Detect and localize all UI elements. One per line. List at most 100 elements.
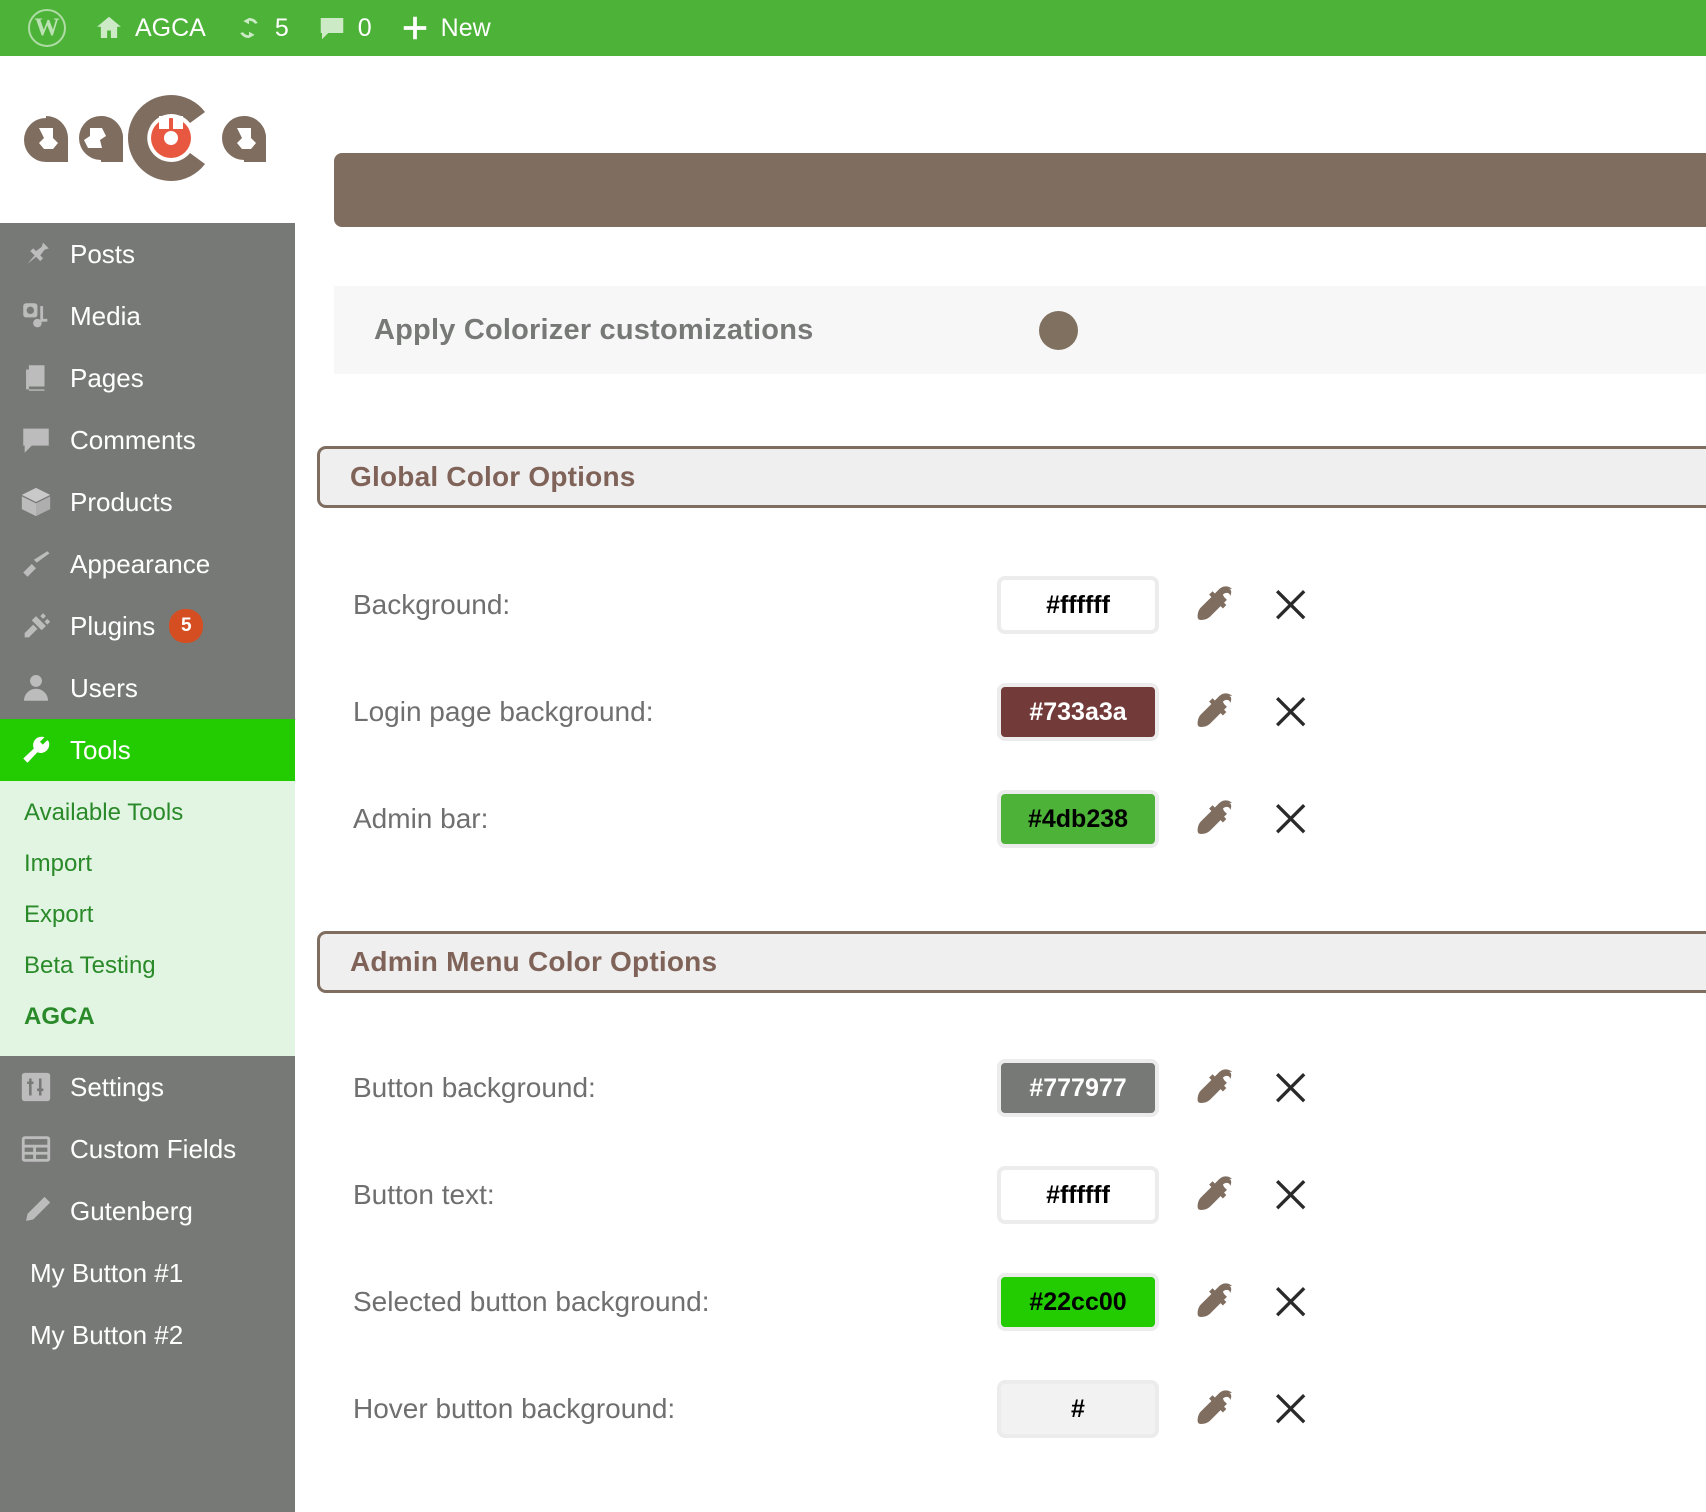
color-value-input[interactable]: #777977 (997, 1059, 1159, 1117)
color-value-input[interactable]: #733a3a (997, 683, 1159, 741)
sidebar-item-label: Appearance (70, 549, 210, 580)
sidebar-item-label: Gutenberg (70, 1196, 193, 1227)
close-x-icon[interactable] (1271, 1282, 1311, 1322)
settings-icon (16, 1067, 56, 1107)
comment-bubble-icon (317, 13, 347, 43)
tools-submenu: Available Tools Import Export Beta Testing A… (0, 781, 295, 1056)
sidebar-item-custom-fields[interactable]: Custom Fields (0, 1118, 295, 1180)
color-row-label: Button text: (353, 1179, 495, 1211)
color-row-button-text: Button text: #ffffff (295, 1163, 1706, 1227)
submenu-item-agca[interactable]: AGCA (0, 991, 295, 1042)
adminbar-site-name[interactable]: AGCA (80, 0, 220, 56)
sidebar-item-label: Posts (70, 239, 135, 270)
sidebar-item-label: Pages (70, 363, 144, 394)
sidebar-menu: Posts Media Pages Comments Products Appearanc… (0, 223, 295, 1366)
apply-colorizer-toggle[interactable] (1039, 311, 1078, 350)
sidebar-item-plugins[interactable]: Plugins 5 (0, 595, 295, 657)
adminbar-new[interactable]: New (386, 0, 505, 56)
color-row-label: Login page background: (353, 696, 653, 728)
sidebar-item-products[interactable]: Products (0, 471, 295, 533)
color-value-input[interactable]: #4db238 (997, 790, 1159, 848)
color-value-input[interactable]: #ffffff (997, 1166, 1159, 1224)
adminbar-wp-logo[interactable]: W (14, 0, 80, 56)
eyedropper-icon[interactable] (1193, 689, 1239, 735)
sidebar-item-label: Tools (70, 735, 131, 766)
agca-logo (0, 56, 295, 223)
adminbar-comments-count: 0 (358, 14, 372, 43)
submenu-item-label: AGCA (24, 1003, 95, 1031)
color-value-input[interactable]: #ffffff (997, 576, 1159, 634)
plus-icon (400, 13, 430, 43)
color-row-hover-button-background: Hover button background:# (295, 1377, 1706, 1441)
sidebar-item-label: My Button #1 (30, 1258, 183, 1289)
section-global-color-options-header: Global Color Options (317, 446, 1706, 508)
sidebar-item-label: Comments (70, 425, 196, 456)
close-x-icon[interactable] (1271, 692, 1311, 732)
update-icon (234, 13, 264, 43)
sidebar-item-tools[interactable]: Tools (0, 719, 295, 781)
close-x-icon[interactable] (1271, 799, 1311, 839)
home-icon (94, 13, 124, 43)
sidebar-item-label: Products (70, 487, 173, 518)
sidebar-item-my-button-2[interactable]: My Button #2 (0, 1304, 295, 1366)
pages-icon (16, 358, 56, 398)
sidebar-item-comments[interactable]: Comments (0, 409, 295, 471)
submenu-item-beta-testing[interactable]: Beta Testing (0, 940, 295, 991)
section-title: Admin Menu Color Options (350, 946, 717, 978)
media-icon (16, 296, 56, 336)
sidebar-item-label: Media (70, 301, 141, 332)
sidebar-item-posts[interactable]: Posts (0, 223, 295, 285)
color-value-input[interactable]: # (997, 1380, 1159, 1438)
pin-icon (16, 234, 56, 274)
sidebar-item-pages[interactable]: Pages (0, 347, 295, 409)
eyedropper-icon[interactable] (1193, 1172, 1239, 1218)
box-icon (16, 482, 56, 522)
submenu-item-import[interactable]: Import (0, 838, 295, 889)
eyedropper-icon[interactable] (1193, 796, 1239, 842)
adminbar-updates-count: 5 (275, 14, 289, 43)
close-x-icon[interactable] (1271, 1389, 1311, 1429)
section-admin-menu-color-options-header: Admin Menu Color Options (317, 931, 1706, 993)
eyedropper-icon[interactable] (1193, 582, 1239, 628)
apply-colorizer-label: Apply Colorizer customizations (374, 314, 813, 347)
color-row-background: Background: #ffffff (295, 573, 1706, 637)
color-row-selected-button-background: Selected button background: #22cc00 (295, 1270, 1706, 1334)
close-x-icon[interactable] (1271, 1068, 1311, 1108)
eyedropper-icon[interactable] (1193, 1386, 1239, 1432)
apply-colorizer-row: Apply Colorizer customizations (334, 286, 1706, 374)
adminbar-comments[interactable]: 0 (303, 0, 386, 56)
sidebar-item-users[interactable]: Users (0, 657, 295, 719)
pencil-icon (16, 1191, 56, 1231)
color-row-label: Selected button background: (353, 1286, 709, 1318)
submenu-item-available-tools[interactable]: Available Tools (0, 787, 295, 838)
sidebar-item-media[interactable]: Media (0, 285, 295, 347)
color-row-login-page-background: Login page background: #733a3a (295, 680, 1706, 744)
header-banner (334, 153, 1706, 227)
plugins-update-badge: 5 (169, 609, 203, 643)
color-row-label: Background: (353, 589, 510, 621)
main-content: Apply Colorizer customizations Global Co… (295, 56, 1706, 1512)
admin-bar: W AGCA 5 0 New (0, 0, 1706, 56)
sidebar-item-gutenberg[interactable]: Gutenberg (0, 1180, 295, 1242)
submenu-item-export[interactable]: Export (0, 889, 295, 940)
sidebar-item-settings[interactable]: Settings (0, 1056, 295, 1118)
sidebar-item-label: Users (70, 673, 138, 704)
eyedropper-icon[interactable] (1193, 1065, 1239, 1111)
brush-icon (16, 544, 56, 584)
color-row-button-background: Button background:#777977 (295, 1056, 1706, 1120)
wordpress-logo-icon: W (28, 9, 66, 47)
submenu-item-label: Import (24, 850, 92, 878)
sidebar-item-label: Plugins (70, 611, 155, 642)
sidebar-item-my-button-1[interactable]: My Button #1 (0, 1242, 295, 1304)
submenu-item-label: Beta Testing (24, 952, 156, 980)
submenu-item-label: Available Tools (24, 799, 183, 827)
sidebar-item-appearance[interactable]: Appearance (0, 533, 295, 595)
section-title: Global Color Options (350, 461, 636, 493)
eyedropper-icon[interactable] (1193, 1279, 1239, 1325)
sidebar-item-label: My Button #2 (30, 1320, 183, 1351)
adminbar-updates[interactable]: 5 (220, 0, 303, 56)
close-x-icon[interactable] (1271, 585, 1311, 625)
comment-icon (16, 420, 56, 460)
close-x-icon[interactable] (1271, 1175, 1311, 1215)
color-value-input[interactable]: #22cc00 (997, 1273, 1159, 1331)
